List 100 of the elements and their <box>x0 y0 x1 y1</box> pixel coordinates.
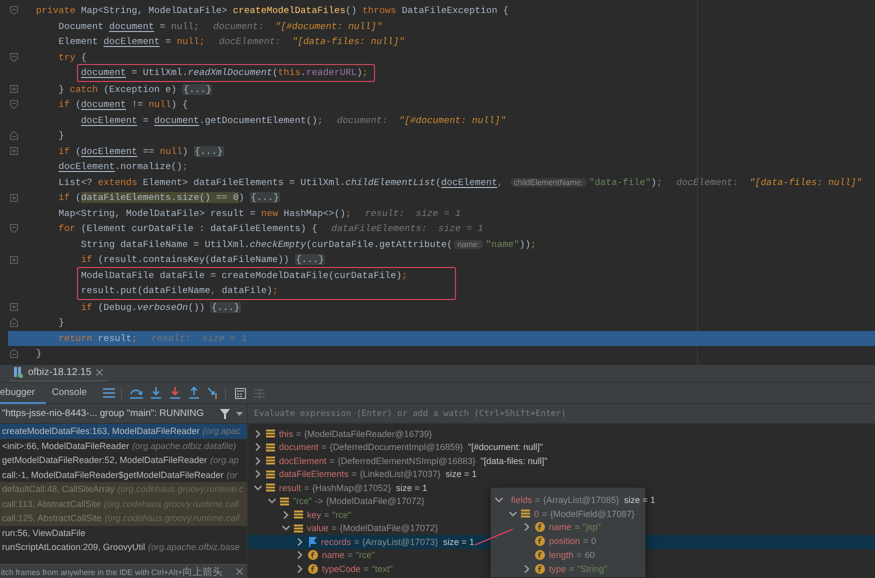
field-icon <box>535 536 545 546</box>
chevron-right-icon[interactable] <box>282 510 290 519</box>
variable-icon <box>266 456 275 466</box>
variable-entry[interactable]: records = {ArrayList@17073} size = 1 <box>321 536 474 547</box>
variable-entry[interactable]: name = "rce" <box>322 550 375 560</box>
caret-icon[interactable] <box>236 412 243 416</box>
collapse-fold-icon[interactable] <box>10 6 18 16</box>
collapse-fold-icon[interactable] <box>10 100 18 110</box>
field-icon <box>308 564 318 574</box>
menu-icon[interactable] <box>100 385 117 401</box>
chevron-right-icon[interactable] <box>254 456 262 465</box>
chevron-right-icon[interactable] <box>254 443 262 452</box>
expand-fold-icon[interactable] <box>10 85 18 94</box>
variable-entry[interactable]: document = {DeferredDocumentImpl@16859} "[#document: null]" <box>279 442 543 452</box>
expand-fold-icon[interactable] <box>10 194 18 202</box>
tip-text: itch frames from anywhere in the IDE with Ctrl+Alt+向上箭头 <box>1 566 222 578</box>
expand-fold-icon[interactable] <box>10 256 18 264</box>
variable-entry[interactable]: docElement = {DeferredElementNSImpl@16883} "[data-files: null]" <box>279 456 548 466</box>
chevron-down-icon[interactable] <box>268 497 276 506</box>
stack-frame[interactable]: run:56, ViewDataFile <box>0 526 247 540</box>
variable-entry[interactable]: typeCode = "text" <box>322 564 393 574</box>
inline-value-hint: docElement: "[data-files: null]" <box>218 36 405 48</box>
variable-icon <box>294 510 303 520</box>
evaluate-field[interactable]: Evaluate expression (Enter) or add a watch (Ctrl+Shift+Enter) <box>248 404 875 424</box>
close-icon[interactable] <box>236 568 243 575</box>
variable-entry[interactable]: type = "String" <box>549 564 608 574</box>
variable-entry[interactable]: dataFileElements = {LinkedList@17037} size = 1 <box>279 469 477 480</box>
code-text: } <box>58 317 64 328</box>
fold-end-icon[interactable] <box>10 318 18 328</box>
code-text: if (docElement == null) <box>58 146 189 157</box>
chevron-right-icon[interactable] <box>254 430 262 438</box>
variable-entry[interactable]: position = 0 <box>549 536 596 546</box>
code-text: try { <box>58 52 87 63</box>
variable-icon <box>521 509 530 518</box>
inline-value-hint: document: "[#document: null]" <box>336 114 506 126</box>
variable-icon <box>266 470 275 479</box>
folded-code[interactable]: {...} <box>194 146 224 157</box>
variable-icon <box>294 524 303 533</box>
chevron-down-icon[interactable] <box>282 524 290 532</box>
stack-frame[interactable]: call:-1, ModelDataFileReader$getModelDataFileReader (or <box>0 468 247 482</box>
annotation-line <box>474 528 514 546</box>
code-text: for (Element curDataFile : dataFileElements) { <box>58 223 318 234</box>
variable-icon <box>280 496 289 506</box>
stack-frame[interactable]: getModelDataFileReader:52, ModelDataFileReader (org.ap <box>0 453 247 468</box>
stack-frame[interactable]: runScriptAtLocation:209, GroovyUtil (org.apache.ofbiz.base <box>0 540 247 554</box>
field-icon <box>535 550 545 560</box>
folded-code[interactable]: {...} <box>250 192 280 204</box>
code-text: Element docElement = null; <box>58 36 205 48</box>
code-text: ModelDataFile dataFile = createModelDataFile(curDataFile); <box>81 270 408 281</box>
code-text: } <box>58 130 64 142</box>
variable-entry[interactable]: result = {HashMap@17052} size = 1 <box>279 482 428 493</box>
variable-entry[interactable]: "rce" -> {ModelDataFile@17072} <box>293 496 424 506</box>
collapse-fold-icon[interactable] <box>10 224 18 234</box>
chevron-right-icon[interactable] <box>296 564 304 573</box>
calculator-icon[interactable] <box>232 385 249 401</box>
chevron-right-icon[interactable] <box>523 523 531 532</box>
expand-fold-icon[interactable] <box>10 303 18 312</box>
chevron-right-icon[interactable] <box>254 470 262 478</box>
chevron-down-icon[interactable] <box>254 484 262 492</box>
variable-entry[interactable]: value = {ModelDataFile@17072} <box>307 523 438 534</box>
filter-icon[interactable] <box>220 408 230 418</box>
folded-code[interactable]: {...} <box>182 84 212 95</box>
variable-icon <box>266 483 275 492</box>
variable-icon <box>266 429 275 438</box>
variable-entry[interactable]: length = 60 <box>549 550 595 560</box>
inline-value-hint: docElement: "[data-files: null]" <box>676 176 862 188</box>
folded-code[interactable]: {...} <box>294 254 325 266</box>
stack-frame[interactable]: <init>:66, ModelDataFileReader (org.apache.ofbiz.datafile) <box>0 438 247 453</box>
variable-entry[interactable]: key = "rce" <box>307 510 352 520</box>
code-text: docElement.normalize(); <box>58 161 188 172</box>
folded-code[interactable]: {...} <box>210 302 241 313</box>
inline-value-hint: dataFileElements: size = 1 <box>331 223 484 234</box>
chevron-right-icon[interactable] <box>296 538 304 546</box>
panel-tab[interactable]: ebugger <box>0 382 46 404</box>
code-text: private Map<String, ModelDataFile> createModelDataFiles() throws DataFileException { <box>36 5 509 16</box>
code-text: } <box>36 348 42 360</box>
stack-frame[interactable]: createModelDataFiles:163, ModelDataFileReader (org.apac <box>0 424 247 438</box>
panel-tab[interactable]: Console <box>52 382 98 404</box>
expand-fold-icon[interactable] <box>10 147 18 156</box>
variable-entry[interactable]: 0 = {ModelField@17087} <box>534 508 634 519</box>
parameter-hint: childElementName: <box>510 178 586 187</box>
variable-entry[interactable]: this = {ModelDataFileReader@16739} <box>279 428 432 439</box>
code-text: "data-file"); <box>589 176 662 188</box>
chevron-right-icon[interactable] <box>523 564 531 573</box>
code-text: if (document != null) { <box>58 99 188 110</box>
close-icon[interactable] <box>96 369 104 376</box>
fold-end-icon[interactable] <box>10 349 18 358</box>
variable-entry[interactable]: name = "jsp" <box>549 522 601 532</box>
collapse-fold-icon[interactable] <box>10 52 18 62</box>
parameter-hint: name: <box>454 240 483 249</box>
session-tab[interactable]: ofbiz-18.12.15 <box>10 365 108 382</box>
fold-end-icon[interactable] <box>10 131 18 140</box>
table-icon <box>252 385 268 401</box>
chevron-down-icon[interactable] <box>509 510 517 518</box>
chevron-down-icon[interactable] <box>495 496 503 504</box>
code-text: Document document = null; <box>58 20 200 32</box>
chevron-right-icon[interactable] <box>296 551 304 560</box>
variable-entry[interactable]: fields = {ArrayList@17085} size = 1 <box>511 494 656 505</box>
code-text: if (dataFileElements.size() == 0) <box>58 192 246 204</box>
thread-selector[interactable]: "https-jsse-nio-8443-... group "main": RUNNING <box>2 408 214 419</box>
